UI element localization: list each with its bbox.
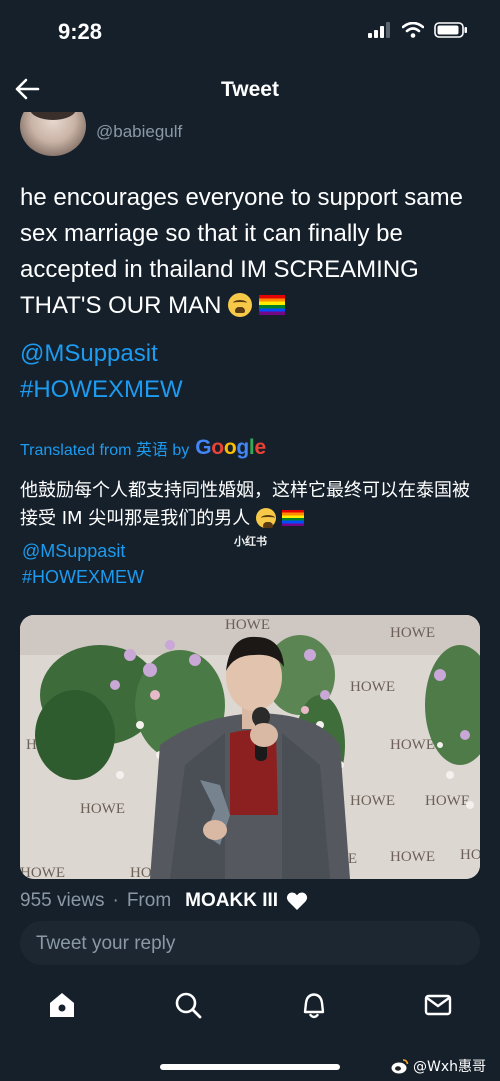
search-icon[interactable] bbox=[172, 989, 204, 1021]
status-bar: 9:28 bbox=[0, 0, 500, 66]
backdrop-text: HOWE bbox=[80, 801, 125, 817]
tweet-photo[interactable]: HOWE HOWE HOWE HOWE HOWE HOWE HOWE HOWE … bbox=[20, 615, 480, 879]
reply-input[interactable]: Tweet your reply bbox=[20, 921, 480, 965]
backdrop-text: HOWE bbox=[390, 737, 435, 753]
author-handle[interactable]: @babiegulf bbox=[96, 122, 182, 142]
tweet-header: Tweet bbox=[0, 66, 500, 112]
status-time: 9:28 bbox=[58, 19, 103, 44]
google-logo: Google bbox=[195, 436, 266, 459]
translated-from-text: Translated from 英语 by bbox=[20, 442, 190, 459]
rainbow-flag-emoji-icon bbox=[258, 295, 285, 315]
source-label: From bbox=[126, 890, 172, 911]
translation-label[interactable]: Translated from 英语 by Google bbox=[20, 436, 266, 460]
wifi-icon bbox=[402, 22, 424, 38]
backdrop-text: HOWE bbox=[225, 617, 270, 633]
backdrop-text: HOWE bbox=[425, 793, 470, 809]
translated-links: @MSuppasit #HOWEXMEW bbox=[22, 538, 144, 590]
messages-envelope-icon[interactable] bbox=[422, 989, 454, 1021]
source-app-link[interactable]: MOAKK III bbox=[185, 890, 278, 912]
hashtag-link[interactable]: #HOWEXMEW bbox=[20, 372, 183, 408]
rainbow-flag-emoji-icon bbox=[281, 510, 304, 526]
white-heart-icon bbox=[286, 892, 308, 910]
backdrop-text: HOWE bbox=[390, 849, 435, 865]
mention-link[interactable]: @MSuppasit bbox=[20, 336, 183, 372]
avatar[interactable] bbox=[20, 112, 86, 156]
cellular-signal-icon bbox=[368, 22, 390, 38]
notifications-bell-icon[interactable] bbox=[298, 989, 330, 1021]
tweet-body: he encourages everyone to support same s… bbox=[20, 180, 482, 324]
home-indicator bbox=[160, 1064, 340, 1070]
crying-face-emoji-icon bbox=[256, 508, 277, 528]
meta-separator: · bbox=[112, 890, 119, 911]
battery-icon bbox=[434, 22, 467, 38]
status-icons bbox=[368, 22, 468, 38]
backdrop-text: HOWE bbox=[350, 793, 395, 809]
crying-face-emoji-icon bbox=[228, 293, 253, 317]
backdrop-text: HOWE bbox=[390, 625, 435, 641]
translated-mention-link[interactable]: @MSuppasit bbox=[22, 538, 144, 564]
weibo-logo-icon bbox=[391, 1059, 409, 1074]
backdrop-text: HOWE bbox=[460, 847, 480, 863]
home-icon[interactable] bbox=[46, 989, 78, 1021]
tweet-links: @MSuppasit #HOWEXMEW bbox=[20, 336, 183, 408]
weibo-watermark: @Wxh惠哥 bbox=[391, 1056, 486, 1076]
weibo-watermark-text: @Wxh惠哥 bbox=[412, 1059, 486, 1075]
translated-text: 他鼓励每个人都支持同性婚姻，这样它最终可以在泰国被接受 IM 尖叫那是我们的男人 bbox=[20, 477, 482, 533]
xiaohongshu-watermark: 小红书 bbox=[234, 536, 267, 548]
event-photo-illustration: HOWE HOWE HOWE HOWE HOWE HOWE HOWE HOWE … bbox=[20, 615, 480, 879]
tweet-meta: 955 views · From MOAKK III bbox=[20, 890, 308, 912]
backdrop-text: HOWE bbox=[20, 865, 65, 879]
translated-body: 他鼓励每个人都支持同性婚姻，这样它最终可以在泰国被接受 IM 尖叫那是我们的男人 bbox=[20, 480, 470, 529]
tweet-author[interactable]: @babiegulf bbox=[20, 112, 480, 156]
bottom-tab-bar bbox=[0, 985, 500, 1035]
backdrop-text: HOWE bbox=[350, 679, 395, 695]
page-title: Tweet bbox=[221, 78, 279, 101]
view-count: 955 views bbox=[20, 890, 105, 911]
translated-hashtag-link[interactable]: #HOWEXMEW bbox=[22, 564, 144, 590]
reply-placeholder: Tweet your reply bbox=[36, 933, 176, 954]
